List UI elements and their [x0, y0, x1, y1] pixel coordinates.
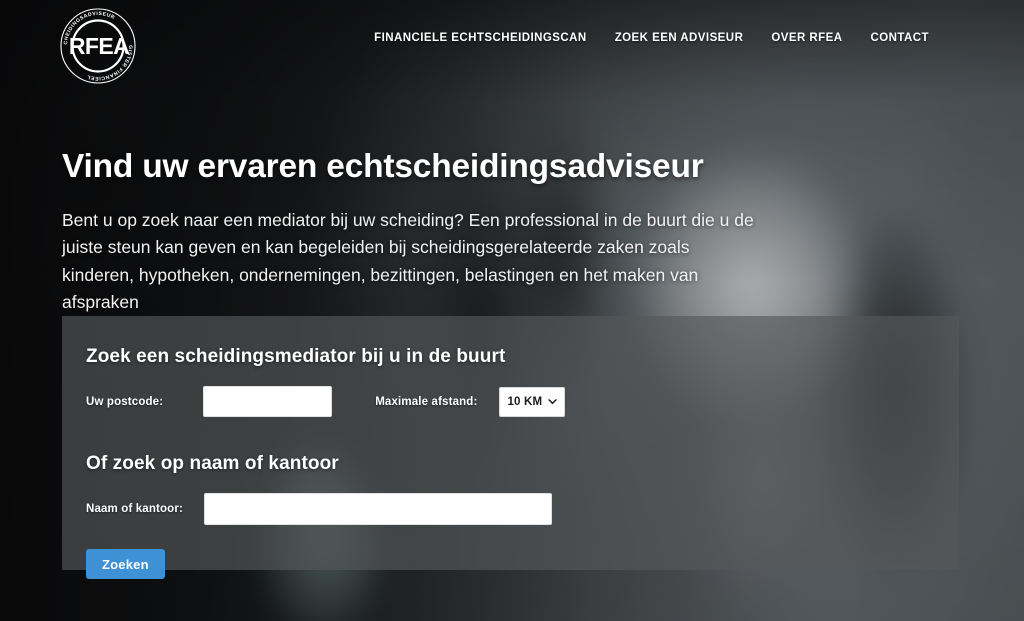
hero-content: ECHTSCHEIDINGSADVISEUR REGISTER FINANCIE… — [0, 0, 1024, 621]
chevron-down-icon — [548, 399, 558, 405]
rfea-logo[interactable]: ECHTSCHEIDINGSADVISEUR REGISTER FINANCIE… — [56, 4, 140, 88]
afstand-select[interactable]: 10 KM — [499, 386, 566, 417]
postcode-field-row: Uw postcode: Maximale afstand: 10 KM — [86, 386, 959, 417]
nav-link-financiele-echtscheidingscan[interactable]: FINANCIELE ECHTSCHEIDINGSCAN — [374, 32, 587, 44]
search-panel: Zoek een scheidingsmediator bij u in de … — [62, 316, 959, 579]
zoeken-button[interactable]: Zoeken — [86, 549, 165, 579]
search-location-heading: Zoek een scheidingsmediator bij u in de … — [86, 346, 506, 367]
page-title: Vind uw ervaren echtscheidingsadviseur — [62, 148, 704, 185]
hero-section: ECHTSCHEIDINGSADVISEUR REGISTER FINANCIE… — [0, 0, 1024, 621]
naam-of-kantoor-label: Naam of kantoor: — [86, 503, 183, 515]
postcode-label: Uw postcode: — [86, 395, 164, 408]
nav-link-contact[interactable]: CONTACT — [870, 32, 929, 44]
nav-link-over-rfea[interactable]: OVER RFEA — [771, 32, 842, 44]
afstand-label: Maximale afstand: — [375, 395, 478, 408]
search-name-heading: Of zoek op naam of kantoor — [86, 453, 339, 474]
postcode-input[interactable] — [203, 386, 333, 417]
rfea-logo-icon: ECHTSCHEIDINGSADVISEUR REGISTER FINANCIE… — [56, 4, 136, 84]
hero-text-block: Vind uw ervaren echtscheidingsadviseur B… — [62, 148, 792, 317]
afstand-selected-value: 10 KM — [507, 395, 543, 408]
nav-link-zoek-een-adviseur[interactable]: ZOEK EEN ADVISEUR — [615, 32, 744, 44]
naam-of-kantoor-input[interactable] — [203, 493, 552, 525]
naam-field-row: Naam of kantoor: — [86, 493, 959, 525]
svg-text:RFEA: RFEA — [69, 33, 129, 59]
main-navigation: FINANCIELE ECHTSCHEIDINGSCAN ZOEK EEN AD… — [374, 32, 929, 44]
site-header: ECHTSCHEIDINGSADVISEUR REGISTER FINANCIE… — [0, 0, 1024, 86]
hero-subtitle: Bent u op zoek naar een mediator bij uw … — [62, 209, 754, 313]
